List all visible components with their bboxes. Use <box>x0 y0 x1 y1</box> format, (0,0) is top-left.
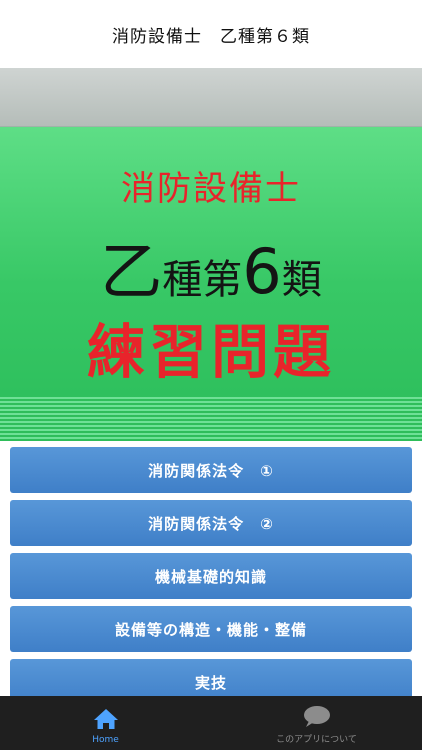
banner-class-suffix: 類 <box>281 257 322 303</box>
tab-about-label: このアプリについて <box>276 735 357 745</box>
menu-item-fire-law-1[interactable]: 消防関係法令 ① <box>10 447 412 493</box>
banner-line-practice: 練習問題 <box>86 318 335 386</box>
navigation-bar: 消防設備士 乙種第６類 <box>0 0 422 68</box>
banner-class-text: 種第 <box>162 257 243 303</box>
topic-menu: 消防関係法令 ① 消防関係法令 ② 機械基礎的知識 設備等の構造・機能・整備 実… <box>10 447 412 712</box>
home-icon <box>93 709 118 729</box>
tab-home[interactable]: Home <box>0 696 211 750</box>
banner-line-class: 乙種第6類 <box>10 221 412 311</box>
banner-class-number: 6 <box>242 235 282 308</box>
menu-item-fire-law-2[interactable]: 消防関係法令 ② <box>10 500 412 546</box>
menu-item-equipment-structure[interactable]: 設備等の構造・機能・整備 <box>10 606 412 652</box>
tab-about[interactable]: このアプリについて <box>211 696 422 750</box>
page-title: 消防設備士 乙種第６類 <box>112 26 310 47</box>
tab-home-label: Home <box>92 735 119 745</box>
banner-line-license: 消防設備士 <box>121 169 301 209</box>
banner-stripes <box>0 397 422 441</box>
banner-class-char: 乙 <box>100 235 163 308</box>
menu-item-mechanical-basics[interactable]: 機械基礎的知識 <box>10 553 412 599</box>
title-banner: 消防設備士 乙種第6類 練習問題 <box>0 126 422 441</box>
speech-bubble-icon <box>303 706 330 727</box>
tab-bar: Home このアプリについて <box>0 696 422 750</box>
header-divider-band <box>0 68 422 128</box>
